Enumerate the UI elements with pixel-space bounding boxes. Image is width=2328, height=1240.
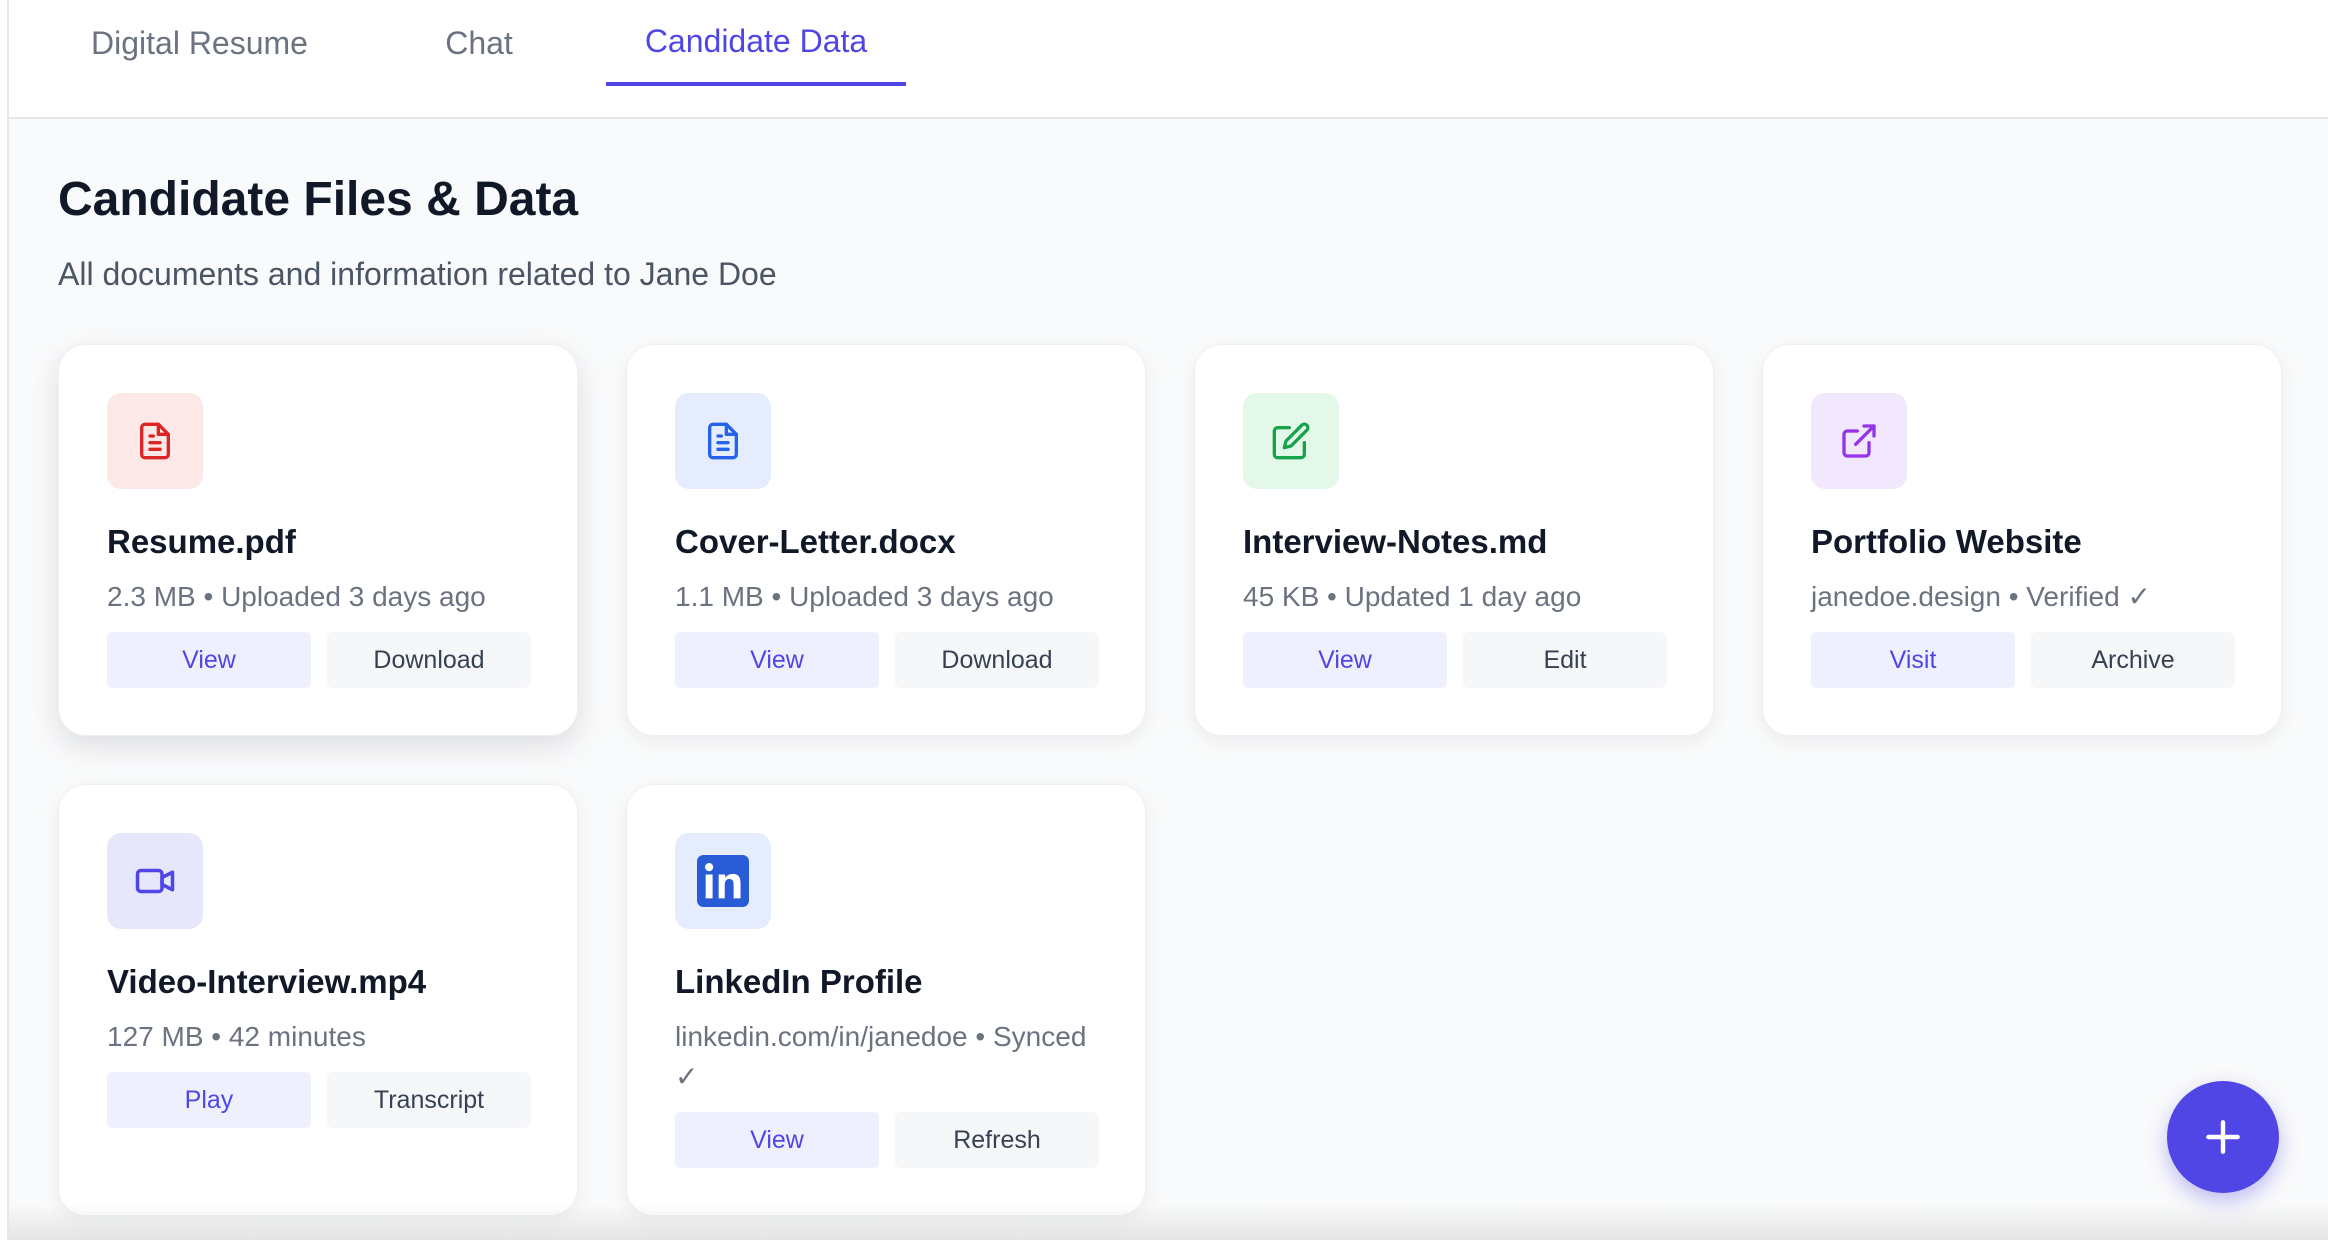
file-name: Cover-Letter.docx xyxy=(675,523,956,560)
file-card-linkedin[interactable]: LinkedIn Profile linkedin.com/in/janedoe… xyxy=(626,784,1146,1216)
tab-chat[interactable]: Chat xyxy=(429,0,529,86)
card-actions: View Download xyxy=(675,632,1099,688)
file-name: Resume.pdf xyxy=(107,523,296,560)
file-card-video-interview[interactable]: Video-Interview.mp4 127 MB • 42 minutes … xyxy=(58,784,578,1216)
tab-digital-resume[interactable]: Digital Resume xyxy=(69,0,337,86)
transcript-button[interactable]: Transcript xyxy=(327,1072,531,1128)
file-name: Interview-Notes.md xyxy=(1243,523,1548,560)
file-name: LinkedIn Profile xyxy=(675,963,923,1000)
card-actions: View Download xyxy=(107,632,531,688)
card-actions: View Refresh xyxy=(675,1112,1099,1168)
view-button[interactable]: View xyxy=(1243,632,1447,688)
play-button[interactable]: Play xyxy=(107,1072,311,1128)
tab-bar: Digital Resume Chat Candidate Data xyxy=(9,0,2328,119)
file-text-icon xyxy=(107,393,203,489)
external-link-icon xyxy=(1811,393,1907,489)
app-window: Digital Resume Chat Candidate Data Candi… xyxy=(7,0,2328,1240)
edit-icon xyxy=(1243,393,1339,489)
video-icon xyxy=(107,833,203,929)
file-card-cover-letter[interactable]: Cover-Letter.docx 1.1 MB • Uploaded 3 da… xyxy=(626,344,1146,736)
file-name: Video-Interview.mp4 xyxy=(107,963,427,1000)
file-text-icon xyxy=(675,393,771,489)
file-meta: 1.1 MB • Uploaded 3 days ago xyxy=(675,581,1054,612)
view-button[interactable]: View xyxy=(675,1112,879,1168)
file-meta: 2.3 MB • Uploaded 3 days ago xyxy=(107,581,486,612)
tab-candidate-data[interactable]: Candidate Data xyxy=(606,0,906,86)
card-actions: Play Transcript xyxy=(107,1072,531,1128)
linkedin-icon xyxy=(675,833,771,929)
bottom-scroll-fade xyxy=(9,1204,2328,1240)
file-card-resume[interactable]: Resume.pdf 2.3 MB • Uploaded 3 days ago … xyxy=(58,344,578,736)
file-meta: 127 MB • 42 minutes xyxy=(107,1021,366,1052)
file-meta: janedoe.design • Verified ✓ xyxy=(1811,581,2151,612)
refresh-button[interactable]: Refresh xyxy=(895,1112,1099,1168)
add-file-button[interactable] xyxy=(2167,1081,2279,1193)
view-button[interactable]: View xyxy=(107,632,311,688)
edit-button[interactable]: Edit xyxy=(1463,632,1667,688)
card-actions: Visit Archive xyxy=(1811,632,2235,688)
page-title: Candidate Files & Data xyxy=(58,173,579,226)
file-card-portfolio[interactable]: Portfolio Website janedoe.design • Verif… xyxy=(1762,344,2282,736)
file-meta: 45 KB • Updated 1 day ago xyxy=(1243,581,1582,612)
card-actions: View Edit xyxy=(1243,632,1667,688)
visit-button[interactable]: Visit xyxy=(1811,632,2015,688)
page-subtitle: All documents and information related to… xyxy=(58,256,777,292)
file-name: Portfolio Website xyxy=(1811,523,2082,560)
archive-button[interactable]: Archive xyxy=(2031,632,2235,688)
file-card-interview-notes[interactable]: Interview-Notes.md 45 KB • Updated 1 day… xyxy=(1194,344,1714,736)
view-button[interactable]: View xyxy=(675,632,879,688)
plus-icon xyxy=(2206,1120,2240,1154)
download-button[interactable]: Download xyxy=(895,632,1099,688)
download-button[interactable]: Download xyxy=(327,632,531,688)
file-meta: linkedin.com/in/janedoe • Synced ✓ xyxy=(675,1021,1087,1092)
